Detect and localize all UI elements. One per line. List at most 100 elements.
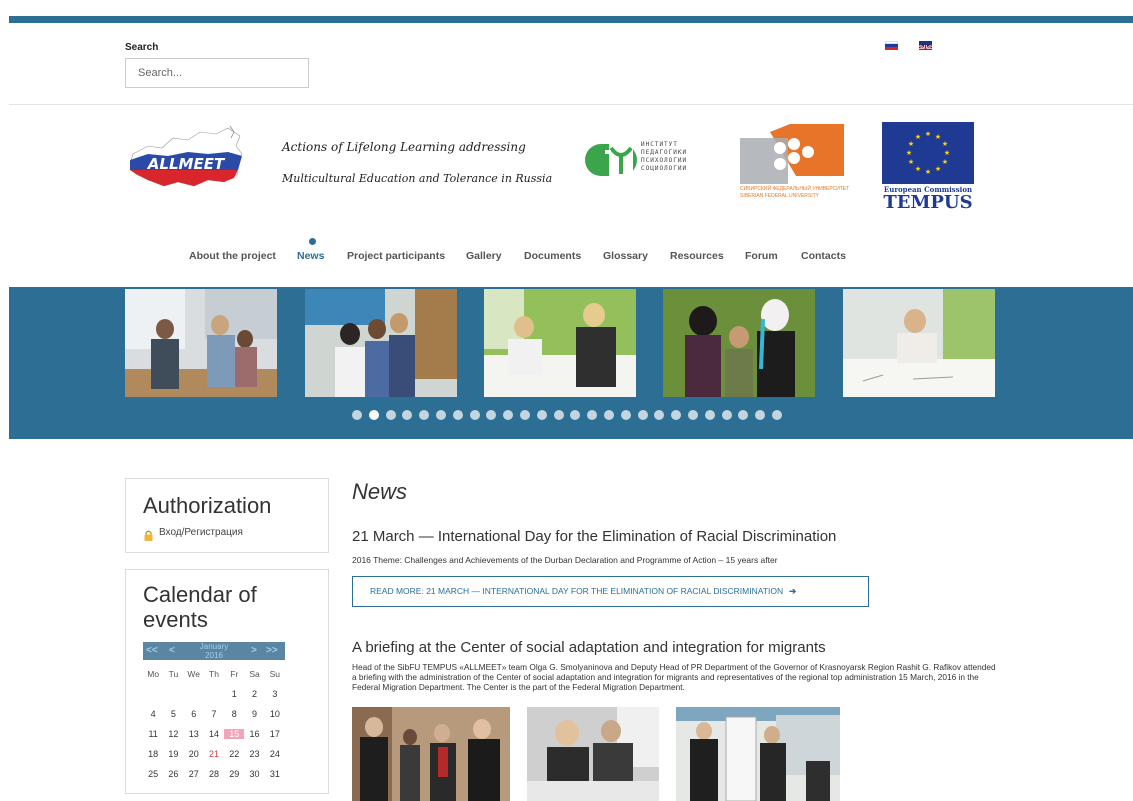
svg-text:★: ★ [925,168,931,176]
slider-dot[interactable] [352,410,362,420]
nav-item-glossary[interactable]: Glossary [603,250,648,262]
calendar-day[interactable]: 8 [224,709,244,719]
slider-dot[interactable] [469,410,480,420]
calendar-day[interactable]: 1 [224,689,244,699]
calendar-day[interactable]: 31 [265,769,285,779]
slider-dot[interactable] [637,410,648,420]
nav-item-news[interactable]: News [297,250,324,262]
svg-text:★: ★ [925,130,931,138]
calendar-day[interactable]: 22 [224,749,244,759]
article-title[interactable]: 21 March — International Day for the Eli… [352,528,836,545]
arrow-right-icon: ➔ [789,586,797,596]
institute-logo-text: ИНСТИТУТ ПЕДАГОГИКИ ПСИХОЛОГИИ СОЦИОЛОГИ… [641,141,688,172]
slide-photo-2[interactable] [305,289,457,397]
svg-text:★: ★ [908,140,914,148]
calendar-day-event[interactable]: 21 [204,749,224,759]
calendar-day[interactable]: 25 [143,769,163,779]
nav-item-resources[interactable]: Resources [670,250,724,262]
search-input[interactable] [125,58,309,88]
calendar-week-row: 25 26 27 28 29 30 31 [143,764,285,784]
slide-photo-4[interactable] [663,289,815,397]
calendar-month-label: January 2016 [199,642,229,660]
article-photo-1[interactable] [352,707,510,801]
calendar-day[interactable]: 30 [244,769,264,779]
calendar-day[interactable]: 10 [265,709,285,719]
slider-dot[interactable] [536,410,547,420]
read-more-button[interactable]: READ MORE: 21 MARCH — INTERNATIONAL DAY … [352,576,869,607]
slide-photo-3[interactable] [484,289,636,397]
calendar-day[interactable]: 7 [204,709,224,719]
slider-dot[interactable] [436,410,446,420]
calendar-day[interactable]: 26 [163,769,183,779]
allmeet-logo[interactable]: ALLMEET [128,124,248,194]
calendar-day[interactable]: 17 [265,729,285,739]
calendar-day[interactable]: 18 [143,749,163,759]
slider-dot[interactable] [688,410,698,420]
slide-photo-5[interactable] [843,289,995,397]
calendar-day[interactable]: 23 [244,749,264,759]
slide-photo-1[interactable] [125,289,277,397]
ru-flag-icon[interactable] [885,41,898,50]
svg-text:★: ★ [942,140,948,148]
calendar-day[interactable]: 11 [143,729,163,739]
calendar-next-year-button[interactable]: >> [266,645,278,656]
svg-text:★: ★ [935,165,941,173]
article-subtitle: 2016 Theme: Challenges and Achievements … [352,555,778,565]
authorization-title: Authorization [143,493,272,518]
tagline-line2: Multicultural Education and Tolerance in… [282,172,553,185]
calendar-grid: Mo Tu We Th Fr Sa Su 1 2 3 4 5 6 7 8 9 1… [143,664,285,784]
nav-item-gallery[interactable]: Gallery [466,250,502,262]
calendar-day[interactable]: 3 [265,689,285,699]
slider-dot[interactable] [721,410,732,420]
svg-text:★: ★ [906,149,912,157]
slider-dot[interactable] [704,410,715,420]
calendar-day[interactable]: 29 [224,769,244,779]
slider-dot[interactable] [604,410,614,420]
calendar-day[interactable]: 20 [184,749,204,759]
calendar-day[interactable]: 6 [184,709,204,719]
calendar-day[interactable]: 13 [184,729,204,739]
calendar-day[interactable]: 27 [184,769,204,779]
article-photo-3[interactable] [676,707,840,801]
slider-dot[interactable] [772,410,782,420]
article-body: Head of the SibFU TEMPUS «ALLMEET» team … [352,662,996,692]
slider-dot[interactable] [452,410,463,420]
tempus-logo[interactable]: ★ ★ ★ ★ ★ ★ ★ ★ ★ ★ ★ ★ European Commiss… [882,122,974,213]
login-register-link[interactable]: Вход/Регистрация [159,527,243,538]
read-more-label: READ MORE: 21 MARCH — INTERNATIONAL DAY … [370,586,784,596]
nav-item-contacts[interactable]: Contacts [801,250,846,262]
slider-dot[interactable] [553,410,564,420]
calendar-day[interactable]: 4 [143,709,163,719]
slider-dot[interactable] [520,410,530,420]
slider-dot[interactable] [385,410,396,420]
calendar-day-today[interactable]: 15 [224,729,245,739]
calendar-next-month-button[interactable]: > [251,645,257,656]
nav-item-forum[interactable]: Forum [745,250,778,262]
weekday-label: Th [209,669,219,679]
calendar-day[interactable]: 9 [244,709,264,719]
calendar-day[interactable]: 2 [244,689,264,699]
search-label: Search [125,42,159,53]
slider-dot-active[interactable] [368,410,379,420]
slider-dot[interactable] [620,410,631,420]
article-title[interactable]: A briefing at the Center of social adapt… [352,639,826,656]
nav-item-participants[interactable]: Project participants [347,250,445,262]
calendar-day[interactable]: 24 [265,749,285,759]
article-photo-2[interactable] [527,707,659,801]
calendar-day[interactable]: 16 [244,729,264,739]
calendar-day[interactable]: 14 [204,729,224,739]
en-flag-icon[interactable] [919,41,932,50]
calendar-header: << < January 2016 > >> [143,642,285,660]
nav-item-documents[interactable]: Documents [524,250,581,262]
svg-text:★: ★ [915,165,921,173]
nav-active-indicator [309,238,316,245]
calendar-day[interactable]: 28 [204,769,224,779]
nav-item-about[interactable]: About the project [189,250,276,262]
weekday-label: Fr [230,669,239,679]
weekday-label: Sa [249,669,260,679]
calendar-day[interactable]: 19 [163,749,183,759]
calendar-day[interactable]: 12 [163,729,183,739]
svg-text:★: ★ [935,133,941,141]
calendar-day[interactable]: 5 [163,709,183,719]
calendar-weekday-row: Mo Tu We Th Fr Sa Su [143,664,285,684]
